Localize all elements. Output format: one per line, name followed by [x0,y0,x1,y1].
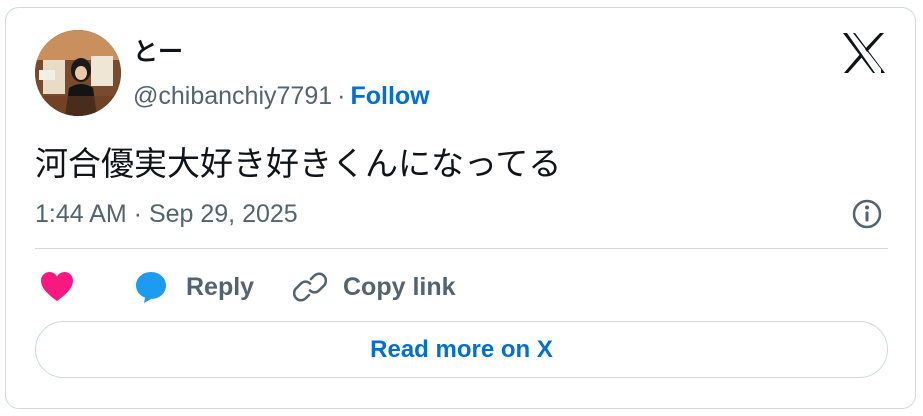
link-icon[interactable] [292,270,328,304]
author-handle[interactable]: @chibanchiy7791 [133,82,332,110]
tweet-text: 河合優実大好き好きくんになってる [35,144,562,183]
reply-bubble-icon[interactable] [134,270,168,304]
divider [35,248,888,249]
reply-button[interactable]: Reply [186,271,254,303]
avatar[interactable] [35,30,121,116]
avatar-image [35,30,121,116]
author-handle-row: @chibanchiy7791 · Follow [133,80,430,112]
tweet-timestamp[interactable]: 1:44 AM · Sep 29, 2025 [35,198,298,230]
read-more-label: Read more on X [370,335,553,363]
info-icon[interactable] [851,198,883,230]
heart-icon[interactable] [40,271,74,303]
x-logo-icon[interactable] [842,32,886,74]
read-more-button[interactable]: Read more on X [35,321,888,378]
follow-button[interactable]: Follow [350,82,429,110]
tweet-card: とー @chibanchiy7791 · Follow 河合優実大好き好きくんになっ… [5,7,916,409]
author-display-name[interactable]: とー [133,36,183,68]
separator-dot: · [337,82,346,110]
copy-link-button[interactable]: Copy link [343,271,456,303]
